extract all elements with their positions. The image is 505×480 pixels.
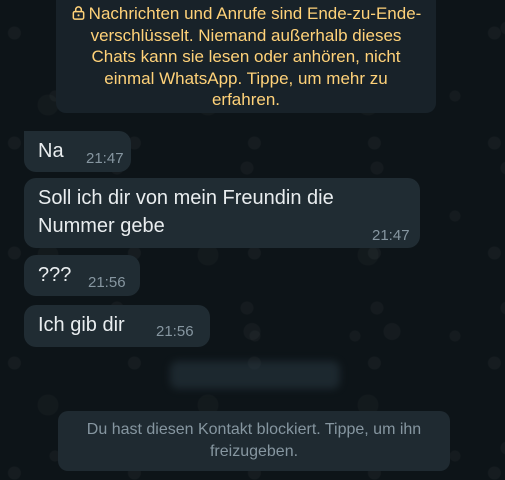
message-bubble[interactable]: Na 21:47 [24, 131, 131, 172]
lock-icon [72, 6, 85, 20]
message-bubble[interactable]: ??? 21:56 [24, 255, 140, 296]
blurred-element [170, 361, 340, 389]
blocked-notice-text: Du hast diesen Kontakt blockiert. Tippe,… [86, 421, 422, 460]
message-text: Soll ich dir von mein Freundin die Numme… [38, 187, 334, 237]
encryption-notice-text: Nachrichten und Anrufe sind Ende-zu-Ende… [88, 4, 422, 109]
blocked-contact-notice[interactable]: Du hast diesen Kontakt blockiert. Tippe,… [58, 411, 450, 471]
message-bubble[interactable]: Soll ich dir von mein Freundin die Numme… [24, 178, 420, 248]
message-bubble[interactable]: Ich gib dir 21:56 [24, 305, 210, 347]
message-time: 21:56 [88, 274, 126, 291]
encryption-notice[interactable]: Nachrichten und Anrufe sind Ende-zu-Ende… [56, 0, 436, 113]
message-time: 21:47 [86, 150, 124, 167]
message-text: Ich gib dir [38, 314, 125, 336]
message-time: 21:56 [156, 323, 194, 340]
message-text: Na [38, 140, 64, 162]
message-text: ??? [38, 264, 72, 286]
message-time: 21:47 [372, 227, 410, 244]
